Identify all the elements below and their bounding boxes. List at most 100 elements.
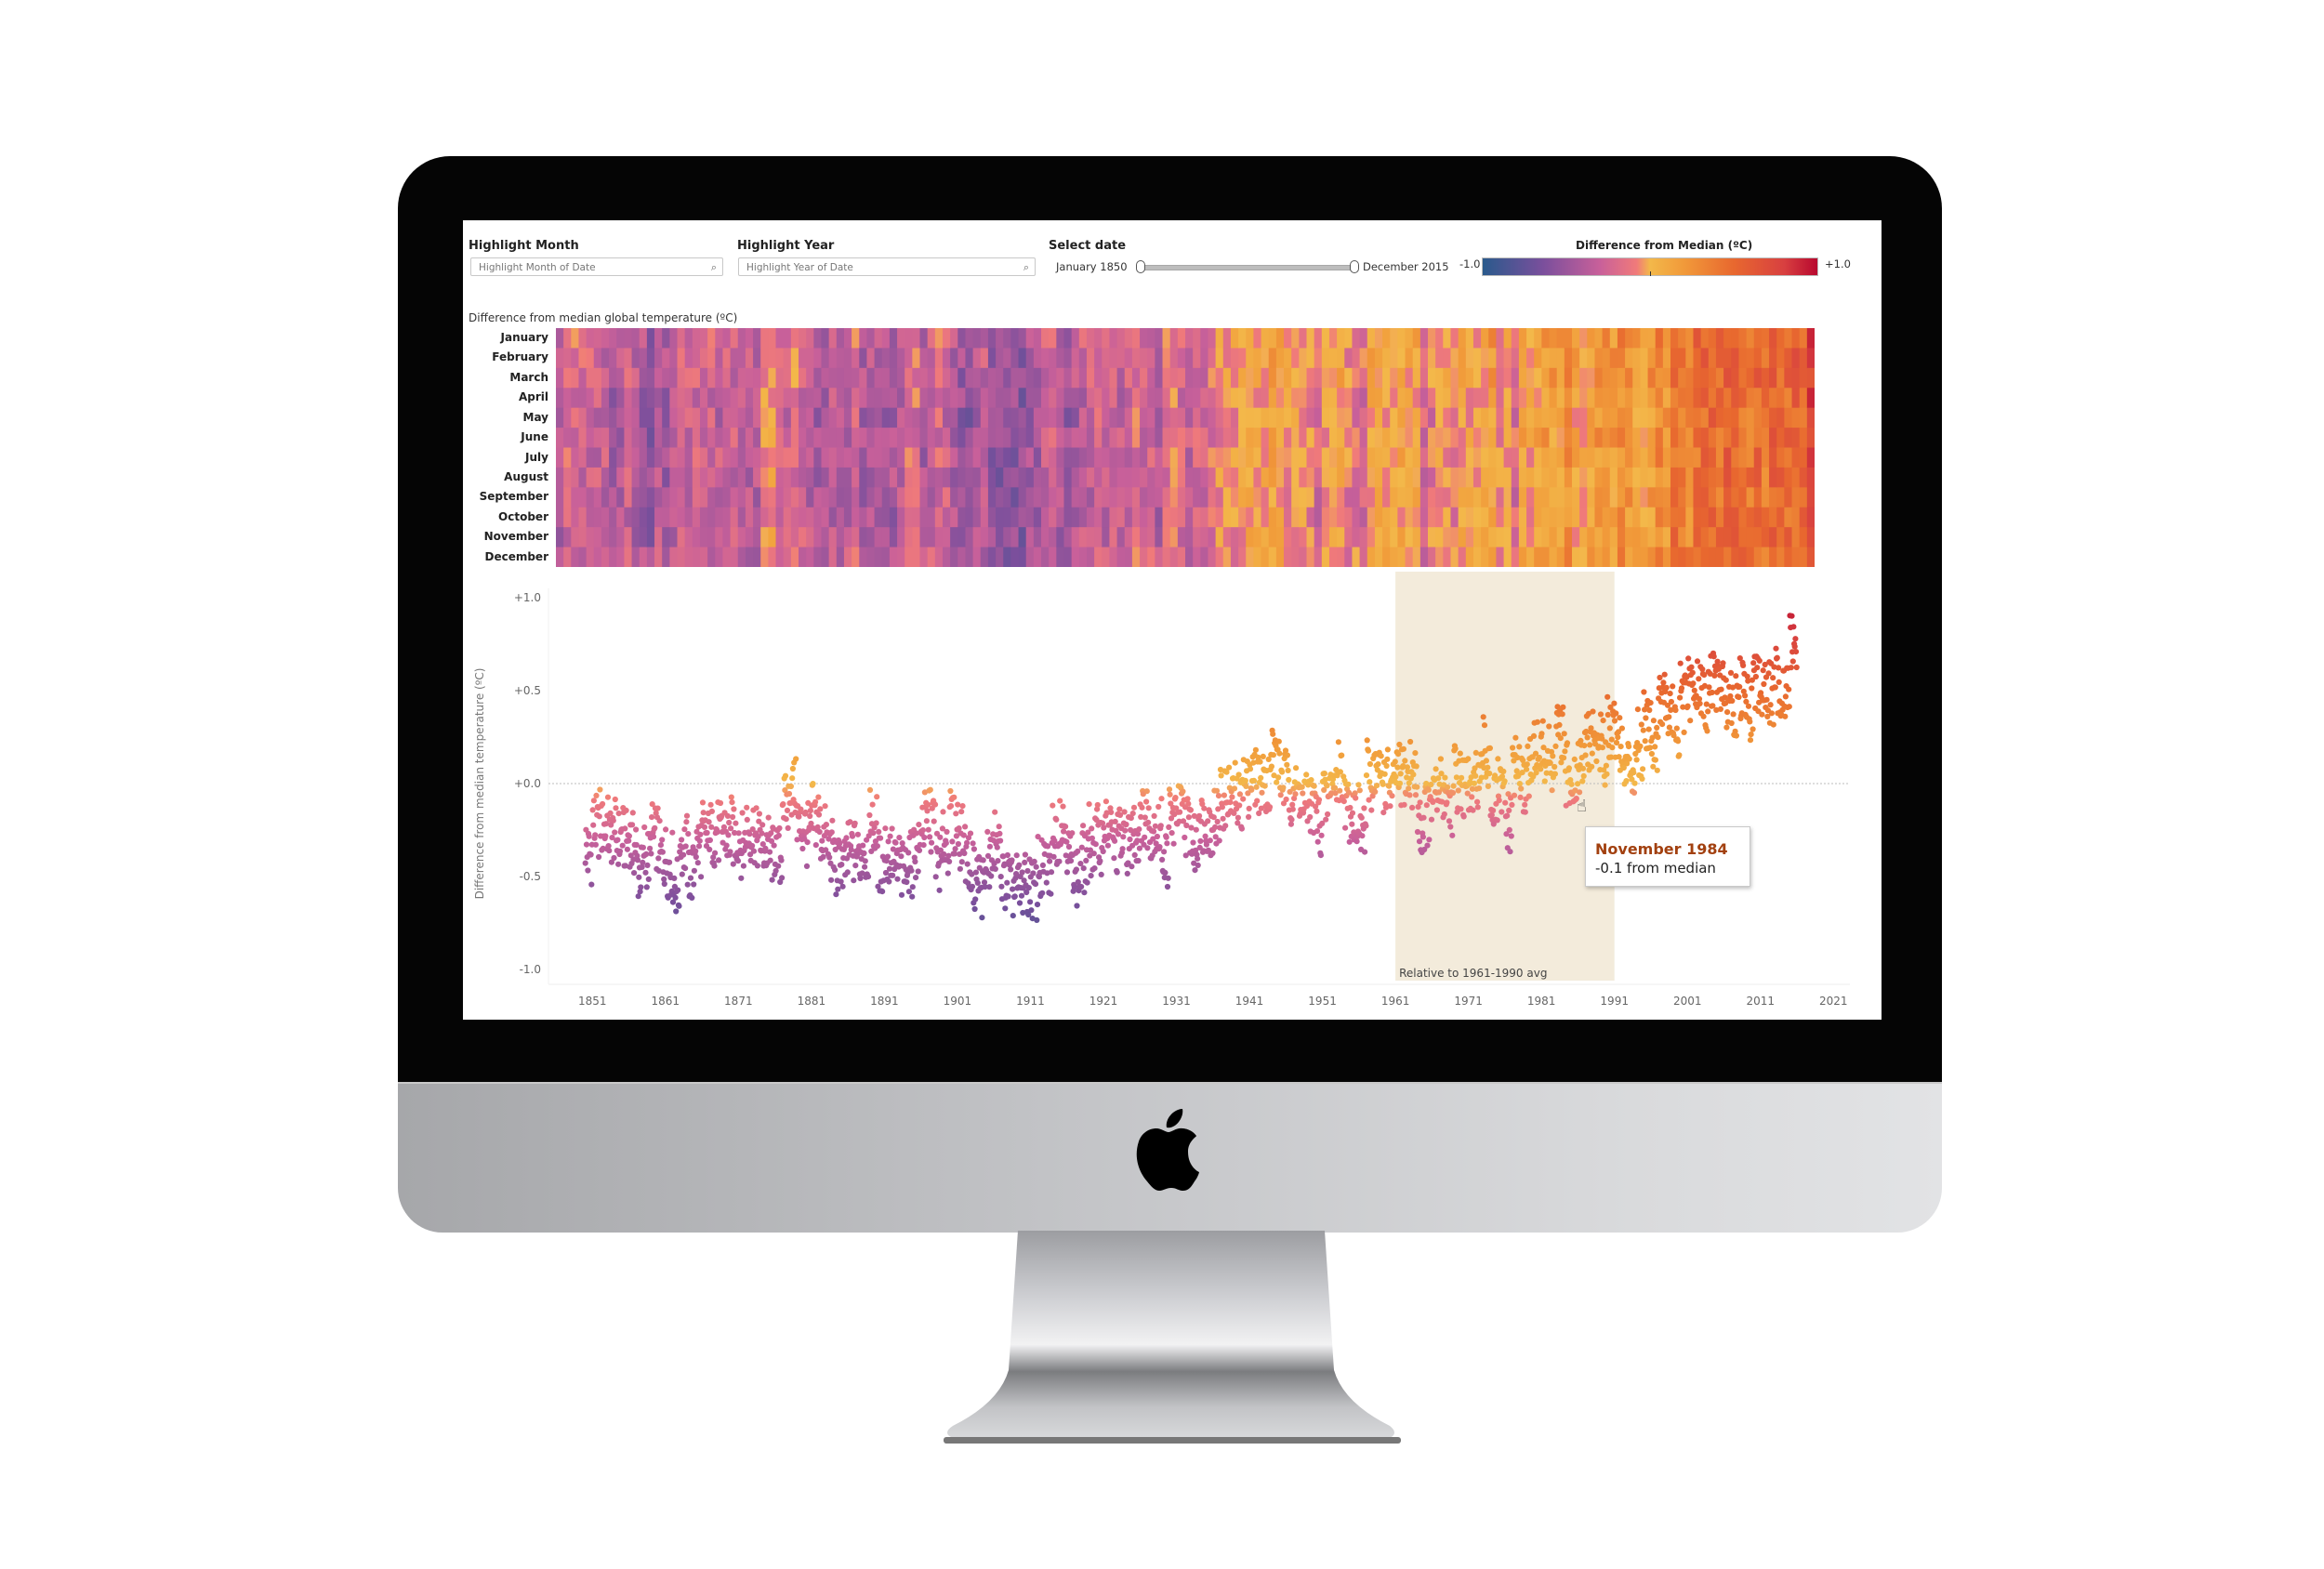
heatmap-cell[interactable] <box>874 388 883 409</box>
heatmap-cell[interactable] <box>1238 328 1247 349</box>
heatmap-cell[interactable] <box>1328 467 1338 488</box>
heatmap-cell[interactable] <box>1147 388 1155 409</box>
heatmap-cell[interactable] <box>1382 487 1391 508</box>
heatmap-cell[interactable] <box>1776 407 1785 429</box>
heatmap-cell[interactable] <box>1321 328 1330 349</box>
heatmap-cell[interactable] <box>601 507 610 528</box>
heatmap-cell[interactable] <box>1700 527 1710 547</box>
heatmap-cell[interactable] <box>639 487 648 508</box>
heatmap-cell[interactable] <box>1359 447 1368 468</box>
heatmap-cell[interactable] <box>684 328 693 349</box>
heatmap-cell[interactable] <box>1700 388 1710 409</box>
heatmap-cell[interactable] <box>1571 527 1580 547</box>
heatmap-cell[interactable] <box>1056 547 1065 567</box>
heatmap-cell[interactable] <box>1041 348 1050 369</box>
data-point[interactable] <box>1557 735 1564 742</box>
heatmap-cell[interactable] <box>1655 328 1664 349</box>
data-point[interactable] <box>647 845 654 851</box>
heatmap-cell[interactable] <box>639 447 648 468</box>
heatmap-cell[interactable] <box>957 507 967 528</box>
data-point[interactable] <box>1129 811 1136 817</box>
data-point[interactable] <box>1016 862 1023 868</box>
heatmap-cell[interactable] <box>1025 467 1035 488</box>
data-point[interactable] <box>1252 746 1259 753</box>
heatmap-cell[interactable] <box>1806 467 1815 488</box>
data-point[interactable] <box>1274 779 1280 785</box>
data-point[interactable] <box>645 876 652 882</box>
data-point[interactable] <box>909 884 916 890</box>
heatmap-cell[interactable] <box>1715 507 1724 528</box>
data-point[interactable] <box>629 810 636 816</box>
data-point[interactable] <box>1469 794 1475 800</box>
heatmap-cell[interactable] <box>1169 467 1179 488</box>
heatmap-cell[interactable] <box>1587 388 1596 409</box>
data-point[interactable] <box>1631 789 1638 796</box>
heatmap-cell[interactable] <box>677 467 686 488</box>
data-point[interactable] <box>1144 845 1151 851</box>
data-point[interactable] <box>1770 675 1776 681</box>
data-point[interactable] <box>1447 824 1454 830</box>
heatmap-cell[interactable] <box>662 507 670 528</box>
data-point[interactable] <box>775 832 782 838</box>
heatmap-cell[interactable] <box>1025 507 1035 528</box>
heatmap-cell[interactable] <box>1215 328 1224 349</box>
heatmap-cell[interactable] <box>1299 348 1308 369</box>
heatmap-cell[interactable] <box>586 447 595 468</box>
heatmap-cell[interactable] <box>1693 507 1702 528</box>
heatmap-cell[interactable] <box>996 507 1004 528</box>
data-point[interactable] <box>1048 890 1054 897</box>
data-point[interactable] <box>1474 798 1481 805</box>
heatmap-cell[interactable] <box>1177 447 1186 468</box>
heatmap-cell[interactable] <box>1715 348 1724 369</box>
data-point[interactable] <box>700 810 706 816</box>
heatmap-cell[interactable] <box>1291 367 1300 389</box>
heatmap-cell[interactable] <box>1328 388 1338 409</box>
heatmap-cell[interactable] <box>859 328 868 349</box>
heatmap-cell[interactable] <box>1412 447 1421 468</box>
data-point[interactable] <box>640 859 646 865</box>
heatmap-cell[interactable] <box>578 527 588 547</box>
data-point[interactable] <box>920 842 927 849</box>
heatmap-cell[interactable] <box>1328 527 1338 547</box>
heatmap-cell[interactable] <box>1140 527 1148 547</box>
heatmap-cell[interactable] <box>942 467 951 488</box>
data-point[interactable] <box>1697 700 1703 706</box>
heatmap-cell[interactable] <box>957 328 967 349</box>
data-point[interactable] <box>1770 721 1776 728</box>
data-point[interactable] <box>971 905 978 913</box>
heatmap-cell[interactable] <box>1405 388 1414 409</box>
data-point[interactable] <box>1449 789 1457 797</box>
heatmap-cell[interactable] <box>654 388 663 409</box>
heatmap-cell[interactable] <box>563 407 572 429</box>
data-point[interactable] <box>1788 665 1794 671</box>
data-point[interactable] <box>1364 737 1370 744</box>
heatmap-cell[interactable] <box>1806 328 1815 349</box>
heatmap-cell[interactable] <box>1564 547 1573 567</box>
heatmap-cell[interactable] <box>1238 527 1247 547</box>
data-point[interactable] <box>1733 673 1739 679</box>
heatmap-cell[interactable] <box>722 348 732 369</box>
heatmap-cell[interactable] <box>783 388 792 409</box>
data-point[interactable] <box>775 863 782 869</box>
heatmap-cell[interactable] <box>1222 487 1232 508</box>
heatmap-cell[interactable] <box>957 407 967 429</box>
heatmap-cell[interactable] <box>874 507 883 528</box>
heatmap-cell[interactable] <box>624 447 633 468</box>
heatmap-cell[interactable] <box>669 407 679 429</box>
heatmap-cell[interactable] <box>1791 487 1801 508</box>
heatmap-cell[interactable] <box>707 348 716 369</box>
heatmap-cell[interactable] <box>1571 407 1580 429</box>
data-point[interactable] <box>1154 833 1160 840</box>
heatmap-cell[interactable] <box>889 467 898 488</box>
data-point[interactable] <box>1159 856 1166 863</box>
heatmap-cell[interactable] <box>1791 547 1801 567</box>
heatmap-cell[interactable] <box>1337 367 1345 389</box>
heatmap-cell[interactable] <box>1799 527 1808 547</box>
data-point[interactable] <box>1652 757 1658 763</box>
heatmap-cell[interactable] <box>692 487 701 508</box>
heatmap-cell[interactable] <box>1617 407 1626 429</box>
slider-end-handle[interactable] <box>1350 260 1359 273</box>
heatmap-cell[interactable] <box>881 348 891 369</box>
heatmap-cell[interactable] <box>1556 328 1565 349</box>
heatmap-cell[interactable] <box>1033 328 1042 349</box>
